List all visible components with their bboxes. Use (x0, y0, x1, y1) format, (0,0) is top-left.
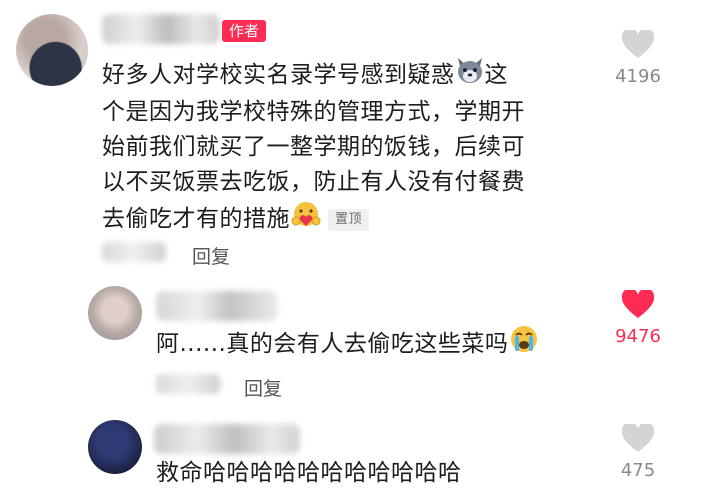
hug-emoji-icon (290, 200, 322, 239)
comment-text: 阿......真的会有人去偷吃这些菜吗 (156, 324, 586, 365)
avatar[interactable] (88, 286, 142, 340)
comment-line: 救命哈哈哈哈哈哈哈哈哈哈哈 (156, 460, 462, 486)
comment-text: 好多人对学校实名录学号感到疑惑 这 个是因为我学校特殊的管理方式，学期开 始前我们… (102, 56, 582, 239)
like-count: 475 (620, 460, 656, 481)
like-button[interactable]: 475 (602, 424, 674, 481)
timestamp-blurred (102, 242, 166, 262)
username-blurred[interactable] (102, 14, 220, 44)
comment-line: 这 (484, 62, 508, 88)
comment-line: 好多人对学校实名录学号感到疑惑 (102, 62, 455, 88)
comment-line: 以不买饭票去吃饭，防止有人没有付餐费 (102, 169, 525, 195)
author-badge: 作者 (222, 20, 267, 42)
like-count: 4196 (615, 66, 661, 87)
avatar[interactable] (16, 14, 88, 86)
reply-button[interactable]: 回复 (192, 242, 230, 269)
crying-emoji-icon (508, 324, 540, 365)
comment-line: 始前我们就买了一整学期的饭钱，后续可 (102, 134, 525, 160)
avatar[interactable] (88, 420, 142, 474)
like-count: 9476 (615, 326, 661, 347)
comment-text: 救命哈哈哈哈哈哈哈哈哈哈哈 (156, 456, 596, 491)
reply-button[interactable]: 回复 (244, 374, 282, 401)
pinned-badge: 置顶 (328, 208, 370, 231)
timestamp-blurred (156, 374, 220, 394)
like-button[interactable]: 4196 (602, 30, 674, 87)
heart-icon (621, 290, 655, 318)
comment-line: 去偷吃才有的措施 (102, 206, 290, 232)
heart-icon (621, 30, 655, 58)
username-blurred[interactable] (156, 291, 278, 321)
wolf-emoji-icon (455, 56, 485, 95)
username-blurred[interactable] (154, 424, 300, 454)
comment-line: 阿......真的会有人去偷吃这些菜吗 (156, 331, 509, 357)
comment-line: 个是因为我学校特殊的管理方式，学期开 (102, 99, 525, 125)
heart-icon (621, 424, 655, 452)
like-button[interactable]: 9476 (602, 290, 674, 347)
